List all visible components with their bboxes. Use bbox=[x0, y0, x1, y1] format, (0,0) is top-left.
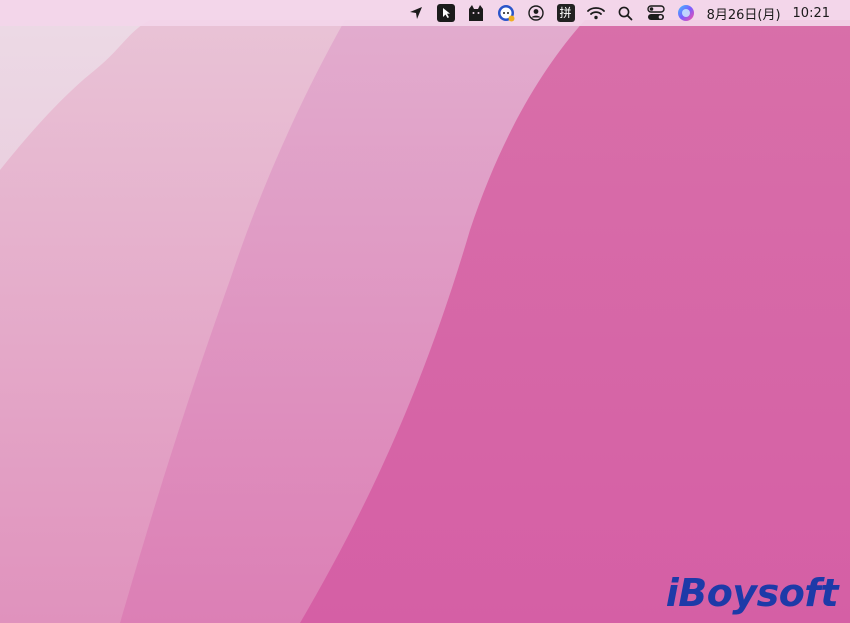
spotlight-search-icon[interactable] bbox=[611, 0, 641, 26]
menu-bar: 拼 8月26日(月) 10:21 bbox=[0, 0, 850, 26]
menubar-date[interactable]: 8月26日(月) bbox=[701, 0, 787, 26]
desktop: 拼 8月26日(月) 10:21 iBoysoft bbox=[0, 0, 850, 623]
wallpaper bbox=[0, 0, 850, 623]
siri-icon[interactable] bbox=[671, 0, 701, 26]
menubar-clock[interactable]: 10:21 bbox=[787, 0, 836, 26]
iboysoft-watermark: iBoysoft bbox=[665, 571, 839, 615]
pinyin-input-icon[interactable]: 拼 bbox=[551, 0, 581, 26]
location-arrow-icon[interactable] bbox=[401, 0, 431, 26]
user-account-icon[interactable] bbox=[521, 0, 551, 26]
cat-app-icon[interactable] bbox=[461, 0, 491, 26]
pinyin-input-label: 拼 bbox=[556, 4, 575, 22]
cursor-app-icon[interactable] bbox=[431, 0, 461, 26]
chat-bubble-icon[interactable] bbox=[491, 0, 521, 26]
control-center-icon[interactable] bbox=[641, 0, 671, 26]
wifi-icon[interactable] bbox=[581, 0, 611, 26]
